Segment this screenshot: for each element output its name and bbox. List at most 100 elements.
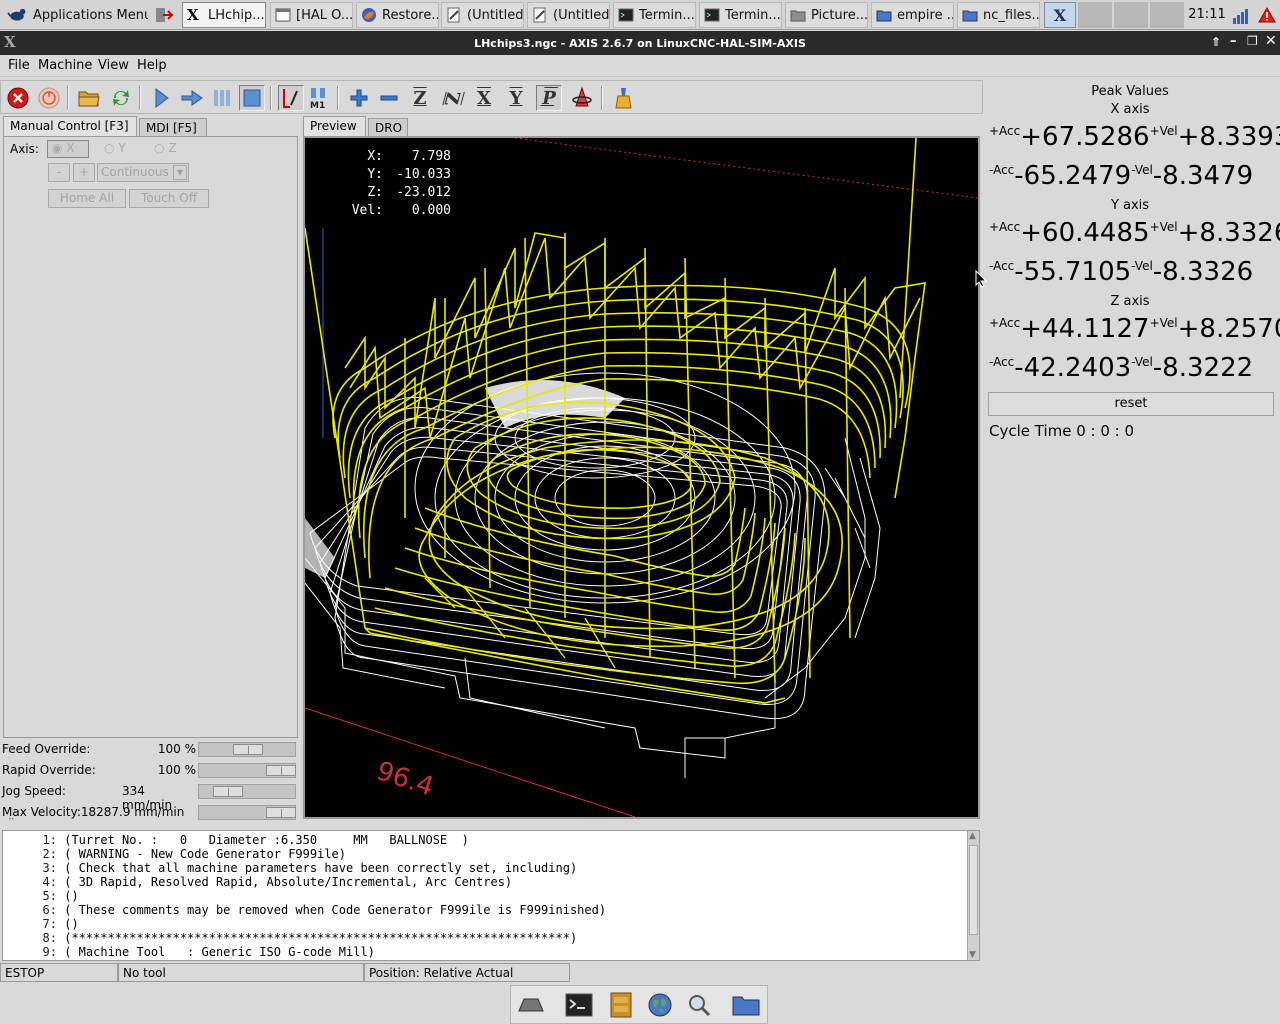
- step-icon: [181, 90, 203, 106]
- gcode-scrollbar[interactable]: ▲ ▼: [967, 831, 979, 960]
- dock-desktop[interactable]: [516, 991, 546, 1019]
- gcode-line-text: (Turret No. : 0 Diameter :6.350 MM BALLN…: [64, 833, 469, 847]
- shade-icon[interactable]: ⇑: [1211, 35, 1221, 49]
- task-pictures[interactable]: Picture...: [785, 2, 868, 28]
- estop-button[interactable]: [5, 85, 31, 111]
- warning-icon[interactable]: [1256, 2, 1278, 28]
- slider-knob[interactable]: [233, 744, 263, 755]
- maximize-icon[interactable]: ❐: [1247, 34, 1258, 48]
- view-perspective-button[interactable]: P: [536, 85, 562, 111]
- slider-knob[interactable]: [266, 765, 296, 776]
- axis-radio-z[interactable]: ○ Z: [154, 141, 177, 155]
- gcode-line-text: ( These comments may be removed when Cod…: [64, 903, 607, 917]
- jog-mode-select[interactable]: Continuous ▼: [97, 163, 189, 182]
- axis-radio-x[interactable]: ◉ X: [47, 140, 89, 158]
- stop-button[interactable]: [239, 85, 265, 111]
- dock-terminal[interactable]: [564, 991, 594, 1019]
- view-y-button[interactable]: Y: [503, 85, 529, 111]
- gcode-line[interactable]: 6: ( These comments may be removed when …: [3, 903, 607, 917]
- dock-folder[interactable]: [731, 991, 761, 1019]
- task-restore[interactable]: Restore...: [356, 2, 439, 28]
- gcode-line[interactable]: 7: (): [3, 917, 79, 931]
- axis-radio-y[interactable]: ○ Y: [104, 141, 126, 155]
- jog-plus-button[interactable]: +: [73, 163, 95, 182]
- slider-knob[interactable]: [213, 786, 243, 797]
- menu-view[interactable]: View: [98, 58, 129, 73]
- tab-manual-control[interactable]: Manual Control [F3]: [3, 116, 137, 136]
- pane-grip[interactable]: ⠉: [8, 818, 15, 828]
- scroll-down-icon[interactable]: ▼: [969, 950, 976, 960]
- scrollbar-thumb[interactable]: [969, 845, 978, 935]
- dro-y-label: Y:: [367, 167, 383, 182]
- rapid-override-slider[interactable]: [198, 763, 296, 778]
- pause-button[interactable]: [209, 85, 235, 111]
- jog-minus-button[interactable]: -: [48, 163, 70, 182]
- close-icon[interactable]: ✕: [1265, 33, 1277, 49]
- gcode-line[interactable]: 3: ( Check that all machine parameters h…: [3, 861, 578, 875]
- gcode-line-text: ( WARNING - New Code Generator F999ile): [64, 847, 346, 861]
- workspace-1[interactable]: X: [1044, 2, 1076, 28]
- feed-override-slider[interactable]: [198, 742, 296, 757]
- toolpath-canvas[interactable]: 96.4: [305, 138, 978, 817]
- jog-speed-slider[interactable]: [198, 784, 296, 799]
- menu-help[interactable]: Help: [137, 58, 167, 73]
- reload-button[interactable]: [108, 85, 134, 111]
- tab-preview[interactable]: Preview: [303, 116, 366, 136]
- applications-menu-button[interactable]: Applications Menu: [2, 2, 148, 28]
- view-z-button[interactable]: Z: [407, 85, 433, 111]
- workspace-4[interactable]: [1150, 2, 1184, 28]
- zoom-in-button[interactable]: [346, 85, 372, 111]
- gcode-line[interactable]: 8: (************************************…: [3, 931, 578, 945]
- clock[interactable]: 21:11: [1188, 2, 1226, 28]
- gcode-line[interactable]: 2: ( WARNING - New Code Generator F999il…: [3, 847, 346, 861]
- task-nc-files[interactable]: nc_files...: [957, 2, 1040, 28]
- view-z2-button[interactable]: Z: [439, 85, 465, 111]
- power-button[interactable]: [36, 85, 62, 111]
- block-delete-button[interactable]: [278, 85, 304, 111]
- task-terminal-1[interactable]: Termin...: [613, 2, 696, 28]
- tab-mdi[interactable]: MDI [F5]: [139, 118, 207, 138]
- axis-y-label: Y: [118, 141, 126, 155]
- gcode-line-number: 5:: [42, 889, 57, 903]
- menu-file[interactable]: File: [8, 58, 30, 73]
- gcode-line[interactable]: 5: (): [3, 889, 79, 903]
- clear-plot-button[interactable]: [611, 85, 637, 111]
- workspace-2[interactable]: [1078, 2, 1112, 28]
- optional-stop-button[interactable]: M1: [306, 85, 332, 111]
- gcode-listing[interactable]: 1: (Turret No. : 0 Diameter :6.350 MM BA…: [2, 830, 980, 961]
- menu-machine[interactable]: Machine: [38, 58, 92, 73]
- task-untitled-2[interactable]: (Untitled): [527, 2, 610, 28]
- toolpath-preview[interactable]: 96.4 X: 7.798 Y: -10.033 Z: -23.012 Vel:…: [303, 136, 980, 819]
- slider-knob[interactable]: [266, 807, 296, 818]
- home-all-button[interactable]: Home All: [48, 189, 126, 208]
- touch-off-button[interactable]: Touch Off: [129, 189, 209, 208]
- network-icon[interactable]: [1230, 2, 1252, 28]
- gcode-line[interactable]: 1: (Turret No. : 0 Diameter :6.350 MM BA…: [3, 833, 469, 847]
- gcode-line[interactable]: 9: ( Machine Tool : Generic ISO G-code M…: [3, 945, 375, 959]
- task-terminal-2[interactable]: Termin...: [699, 2, 782, 28]
- show-desktop-icon: [518, 998, 544, 1012]
- tab-dro[interactable]: DRO: [368, 118, 408, 138]
- workspace-3[interactable]: [1114, 2, 1148, 28]
- gcode-line[interactable]: 4: ( 3D Rapid, Resolved Rapid, Absolute/…: [3, 875, 513, 889]
- nvel-label: -Vel: [1131, 259, 1153, 273]
- task-lhchips[interactable]: X LHchip...: [182, 2, 266, 28]
- reset-button[interactable]: reset: [988, 392, 1274, 416]
- scroll-up-icon[interactable]: ▲: [969, 831, 976, 841]
- dock-search[interactable]: [684, 991, 714, 1019]
- rotate-view-button[interactable]: [569, 85, 595, 111]
- magnifier-icon: [689, 995, 711, 1017]
- dock-file-manager[interactable]: [606, 991, 636, 1019]
- max-velocity-slider[interactable]: [198, 805, 296, 820]
- dock-web-browser[interactable]: [645, 991, 675, 1019]
- task-hal-oscilloscope[interactable]: [HAL O...: [270, 2, 353, 28]
- open-file-button[interactable]: [76, 85, 102, 111]
- task-empire[interactable]: empire ...: [871, 2, 954, 28]
- logout-button[interactable]: [150, 2, 178, 28]
- step-button[interactable]: [179, 85, 205, 111]
- view-x-button[interactable]: X: [471, 85, 497, 111]
- task-untitled-1[interactable]: (Untitled): [441, 2, 524, 28]
- minimize-icon[interactable]: –: [1230, 34, 1237, 49]
- run-button[interactable]: [149, 85, 175, 111]
- zoom-out-button[interactable]: [376, 85, 402, 111]
